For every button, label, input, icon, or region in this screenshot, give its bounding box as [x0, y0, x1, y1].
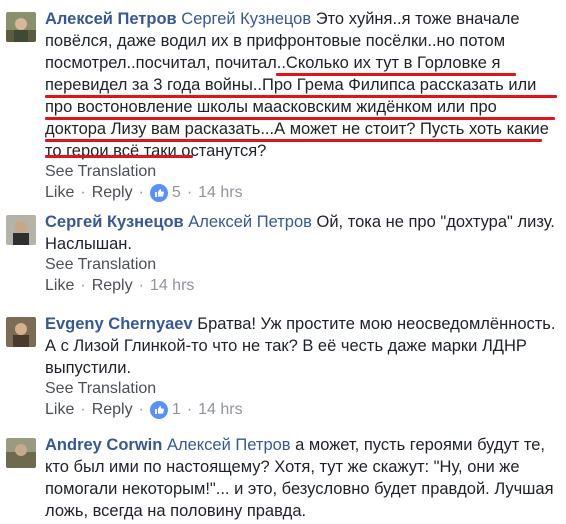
mention-link[interactable]: Сергей Кузнецов	[181, 10, 311, 28]
comment-body: Это хуйня..я тоже вначале повёлся, даже …	[45, 10, 549, 160]
author-link[interactable]: Алексей Петров	[45, 10, 177, 28]
comment-actions: Like · Reply · 5 · 14 hrs	[45, 182, 558, 204]
thumbs-up-icon	[149, 184, 168, 202]
highlight-underline	[45, 139, 542, 142]
avatar-icon[interactable]	[6, 438, 36, 468]
comment-actions: Like · Reply · 14 hrs	[45, 275, 558, 297]
separator: ·	[138, 401, 144, 418]
comment-text: Сергей Кузнецов Алексей Петров Ой, тока …	[45, 211, 558, 255]
author-link[interactable]: Evgeny Chernyaev	[45, 315, 193, 333]
see-translation-link[interactable]: See Translation	[45, 379, 558, 399]
like-button[interactable]: Like	[45, 183, 74, 203]
timestamp[interactable]: 14 hrs	[198, 183, 242, 203]
like-button[interactable]: Like	[45, 276, 74, 296]
comment-text: Andrey Corwin Алексей Петров а может, пу…	[45, 434, 558, 522]
separator: ·	[186, 184, 193, 201]
author-link[interactable]: Andrey Corwin	[45, 436, 162, 454]
comment-actions: Like · Reply · 1 · 14 hrs	[45, 399, 558, 421]
separator: ·	[186, 401, 193, 418]
comment-text: Evgeny Chernyaev Братва! Уж простите мою…	[45, 313, 558, 379]
separator: ·	[80, 277, 86, 294]
highlight-underline	[45, 117, 555, 120]
avatar-icon[interactable]	[6, 317, 36, 347]
thumbs-up-icon	[149, 401, 168, 419]
mention-link[interactable]: Алексей Петров	[188, 213, 312, 231]
separator: ·	[138, 184, 144, 201]
see-translation-link[interactable]: See Translation	[45, 162, 558, 182]
avatar-icon[interactable]	[6, 215, 36, 245]
like-button[interactable]: Like	[45, 400, 74, 420]
author-link[interactable]: Сергей Кузнецов	[45, 213, 184, 231]
highlight-underline	[276, 73, 516, 76]
reactions-number: 5	[171, 184, 181, 201]
reply-button[interactable]: Reply	[92, 183, 133, 203]
reply-button[interactable]: Reply	[92, 276, 133, 296]
highlight-underline	[45, 95, 557, 98]
mention-link[interactable]: Алексей Петров	[167, 436, 291, 454]
timestamp[interactable]: 14 hrs	[150, 276, 194, 296]
reactions-count[interactable]: 5	[149, 183, 181, 203]
reactions-count[interactable]: 1	[149, 400, 181, 420]
avatar-icon[interactable]	[6, 12, 36, 42]
reply-button[interactable]: Reply	[92, 400, 133, 420]
separator: ·	[80, 401, 86, 418]
reactions-number: 1	[171, 401, 181, 418]
highlight-underline	[45, 155, 193, 158]
separator: ·	[138, 277, 144, 294]
timestamp[interactable]: 14 hrs	[198, 400, 242, 420]
see-translation-link[interactable]: See Translation	[45, 255, 558, 275]
separator: ·	[80, 184, 86, 201]
comment-thread: Алексей Петров Сергей Кузнецов Это хуйня…	[0, 0, 566, 524]
